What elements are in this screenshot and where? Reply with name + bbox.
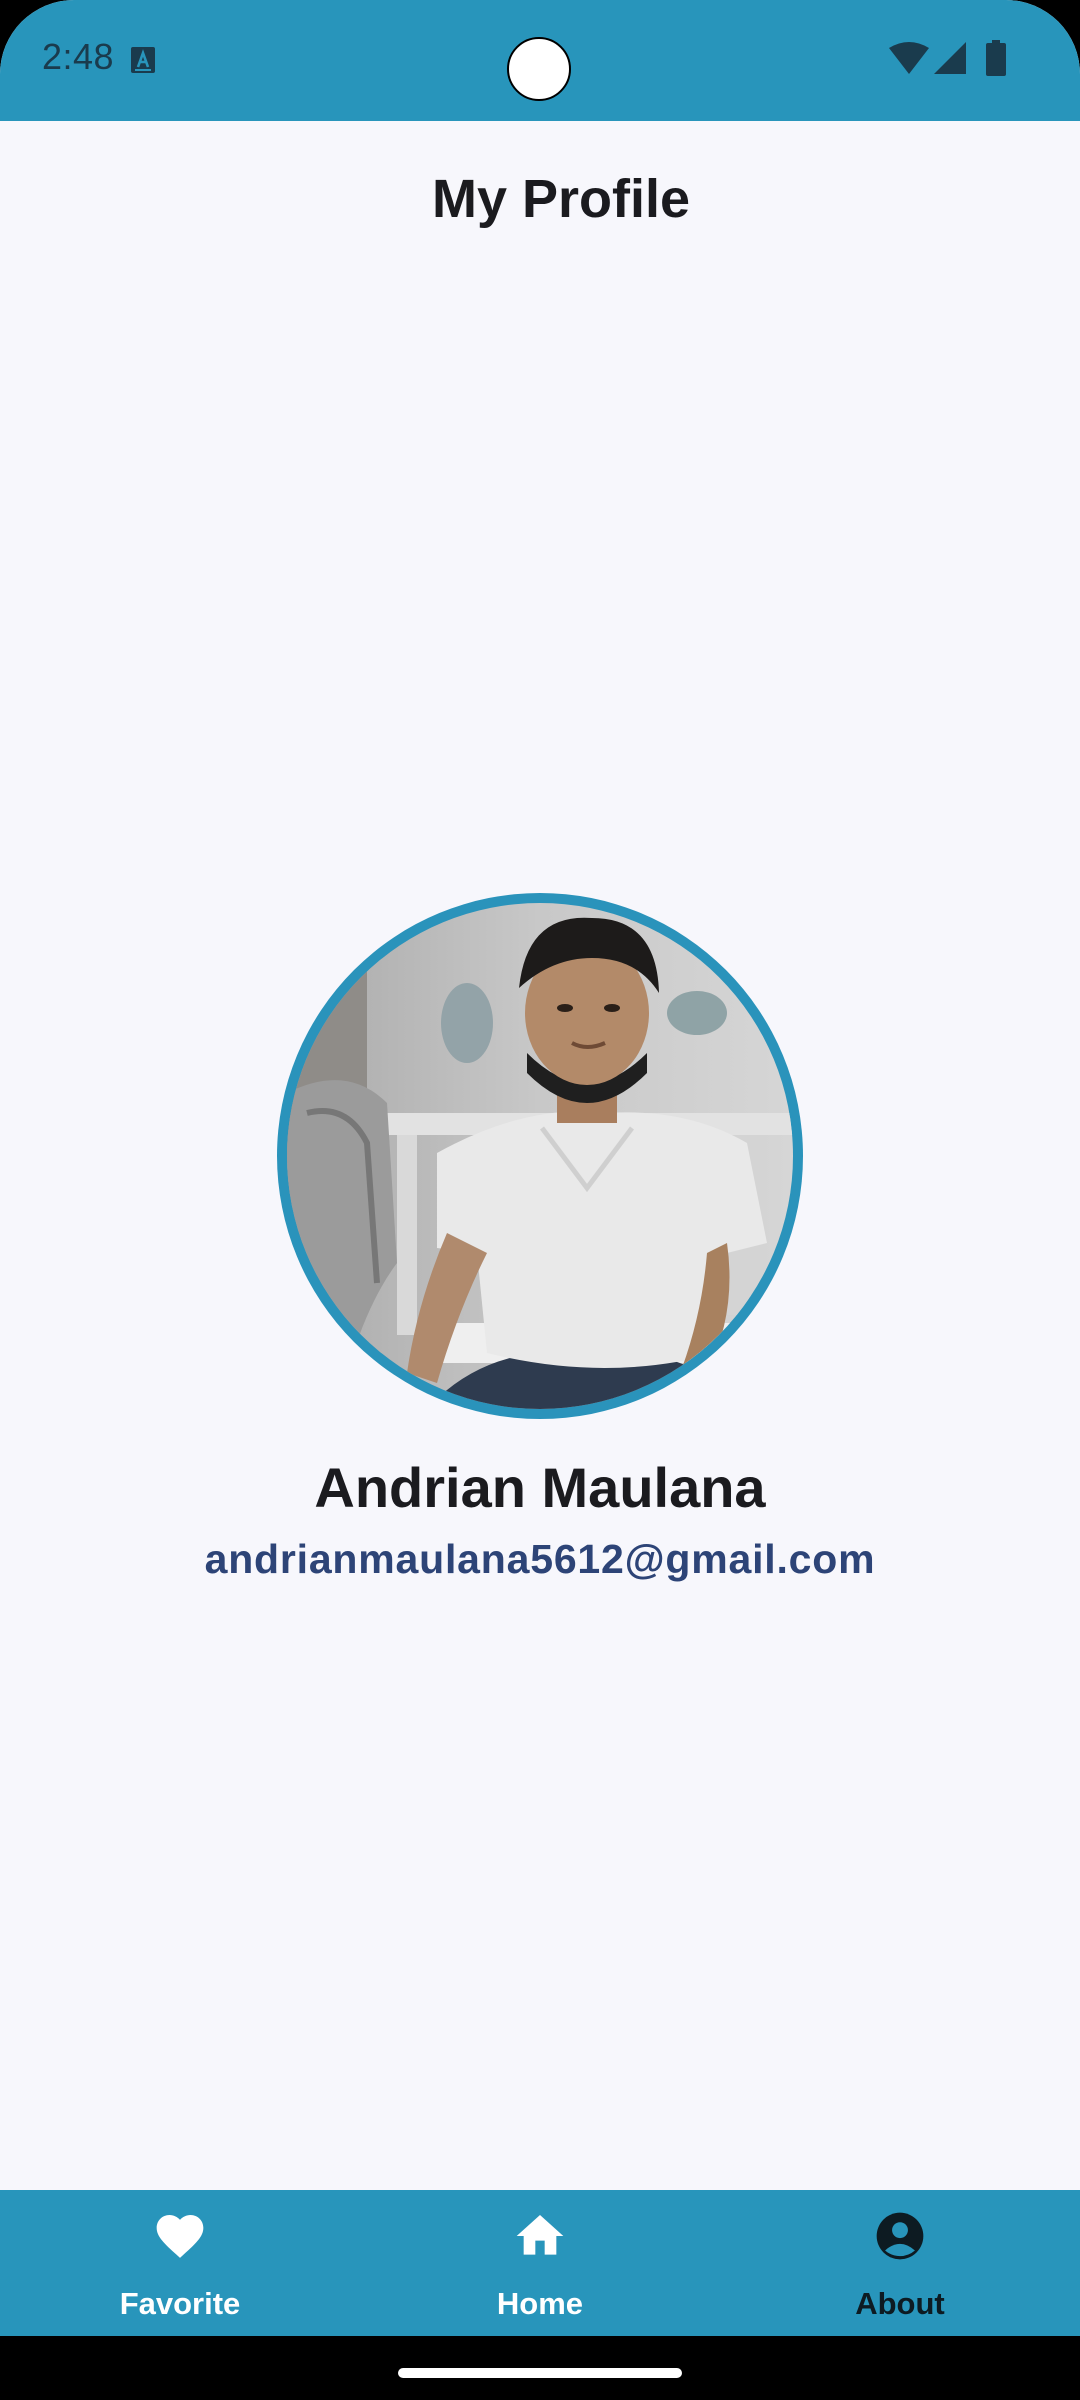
nav-label-about: About bbox=[855, 2286, 945, 2321]
cell-signal-icon bbox=[934, 42, 966, 74]
status-time: 2:48 bbox=[42, 36, 115, 77]
profile-email: andrianmaulana5612@gmail.com bbox=[204, 1536, 876, 1582]
profile-photo bbox=[287, 903, 793, 1409]
nav-item-favorite[interactable]: Favorite bbox=[0, 2190, 360, 2336]
status-bar: 2:48 bbox=[0, 0, 1080, 121]
home-icon bbox=[516, 2215, 564, 2255]
bottom-navigation: Favorite Home About bbox=[0, 2190, 1080, 2336]
a-badge-icon bbox=[131, 47, 155, 73]
wifi-icon bbox=[889, 42, 929, 74]
battery-icon bbox=[986, 40, 1006, 76]
heart-icon bbox=[156, 2215, 204, 2258]
nav-label-favorite: Favorite bbox=[119, 2286, 241, 2321]
avatar bbox=[277, 893, 803, 1419]
screen: 2:48 My Profile Andrian Maulana andrianm… bbox=[0, 0, 1080, 2400]
profile-name: Andrian Maulana bbox=[314, 1456, 766, 1519]
nav-item-home[interactable]: Home bbox=[360, 2190, 720, 2336]
gesture-handle[interactable] bbox=[398, 2368, 682, 2378]
account-circle-icon bbox=[876, 2212, 924, 2260]
page-title: My Profile bbox=[431, 169, 691, 229]
phone-frame: 2:48 My Profile Andrian Maulana andrianm… bbox=[0, 0, 1080, 2400]
gesture-navigation-area bbox=[0, 2336, 1080, 2400]
camera-cutout bbox=[507, 37, 571, 101]
nav-label-home: Home bbox=[496, 2286, 584, 2321]
nav-item-about[interactable]: About bbox=[720, 2190, 1080, 2336]
